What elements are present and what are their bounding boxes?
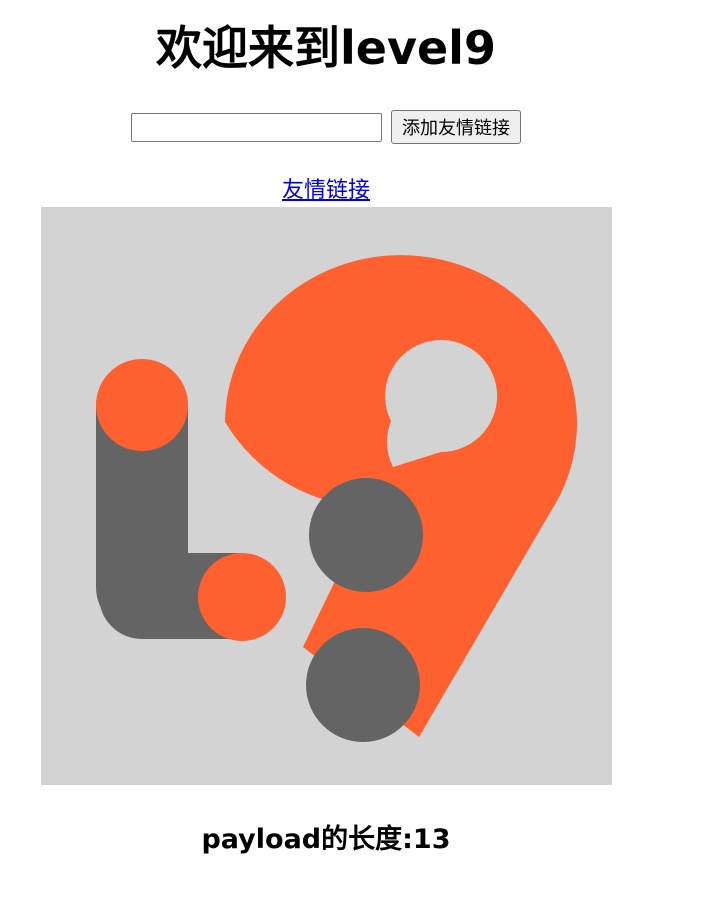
add-friend-link-button[interactable]: 添加友情链接 [391,110,521,144]
friend-link[interactable]: 友情链接 [282,178,370,203]
level9-logo-icon [41,207,612,785]
add-link-form: 添加友情链接 [0,110,652,144]
link-input[interactable] [131,112,382,142]
page-title: 欢迎来到level9 [156,21,496,75]
friend-link-container: 友情链接 [0,176,652,206]
payload-length-text: payload的长度:13 [201,824,451,855]
level9-logo-image [41,207,612,785]
